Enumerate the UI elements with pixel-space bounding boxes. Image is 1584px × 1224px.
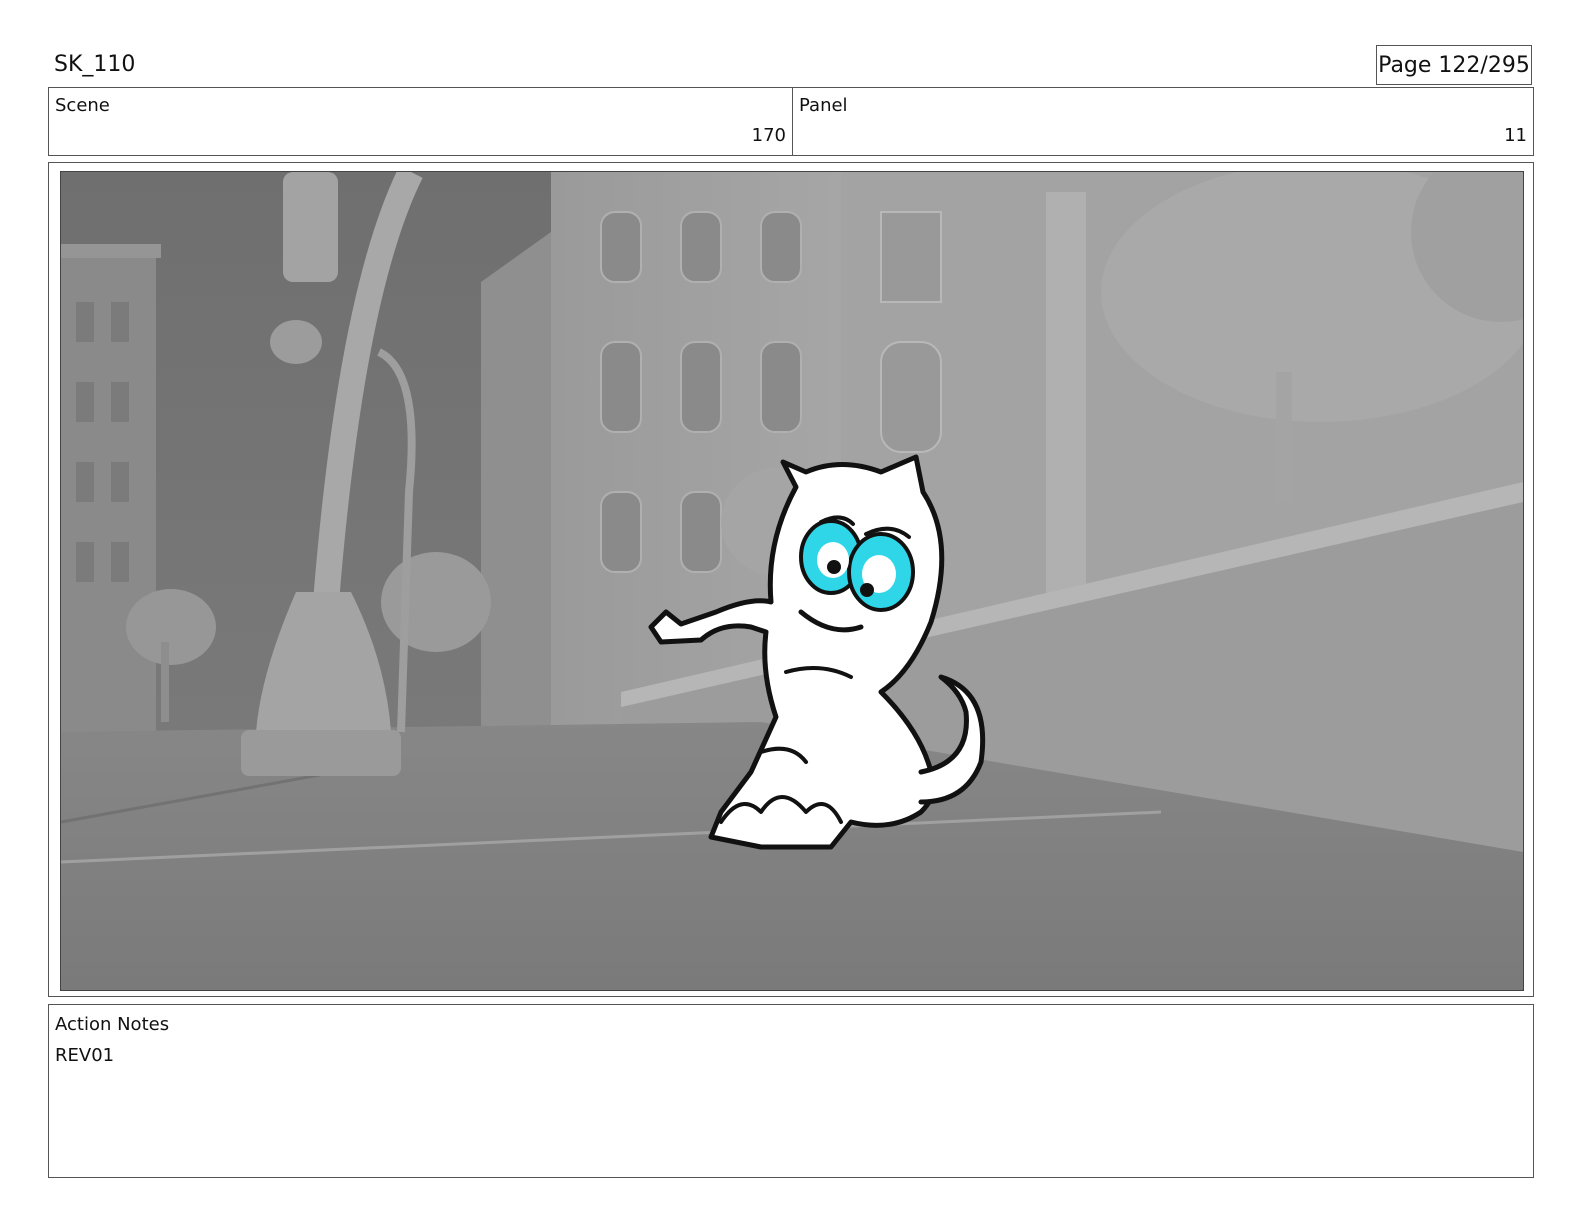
scene-number: 170: [751, 125, 786, 146]
page-counter: Page 122/295: [1376, 45, 1532, 85]
panel-label: Panel: [799, 95, 848, 116]
panel-number: 11: [1504, 125, 1527, 146]
scene-cell: Scene 170: [49, 88, 793, 155]
storyboard-panel-image: [60, 171, 1524, 991]
sequence-title: SK_110: [54, 52, 136, 77]
action-notes-text: REV01: [55, 1045, 115, 1066]
scene-panel-info: Scene 170 Panel 11: [48, 87, 1534, 156]
action-notes: Action Notes REV01: [48, 1004, 1534, 1178]
scene-label: Scene: [55, 95, 110, 116]
storyboard-frame: [48, 162, 1534, 997]
panel-cell: Panel 11: [793, 88, 1533, 155]
action-notes-label: Action Notes: [55, 1014, 170, 1035]
